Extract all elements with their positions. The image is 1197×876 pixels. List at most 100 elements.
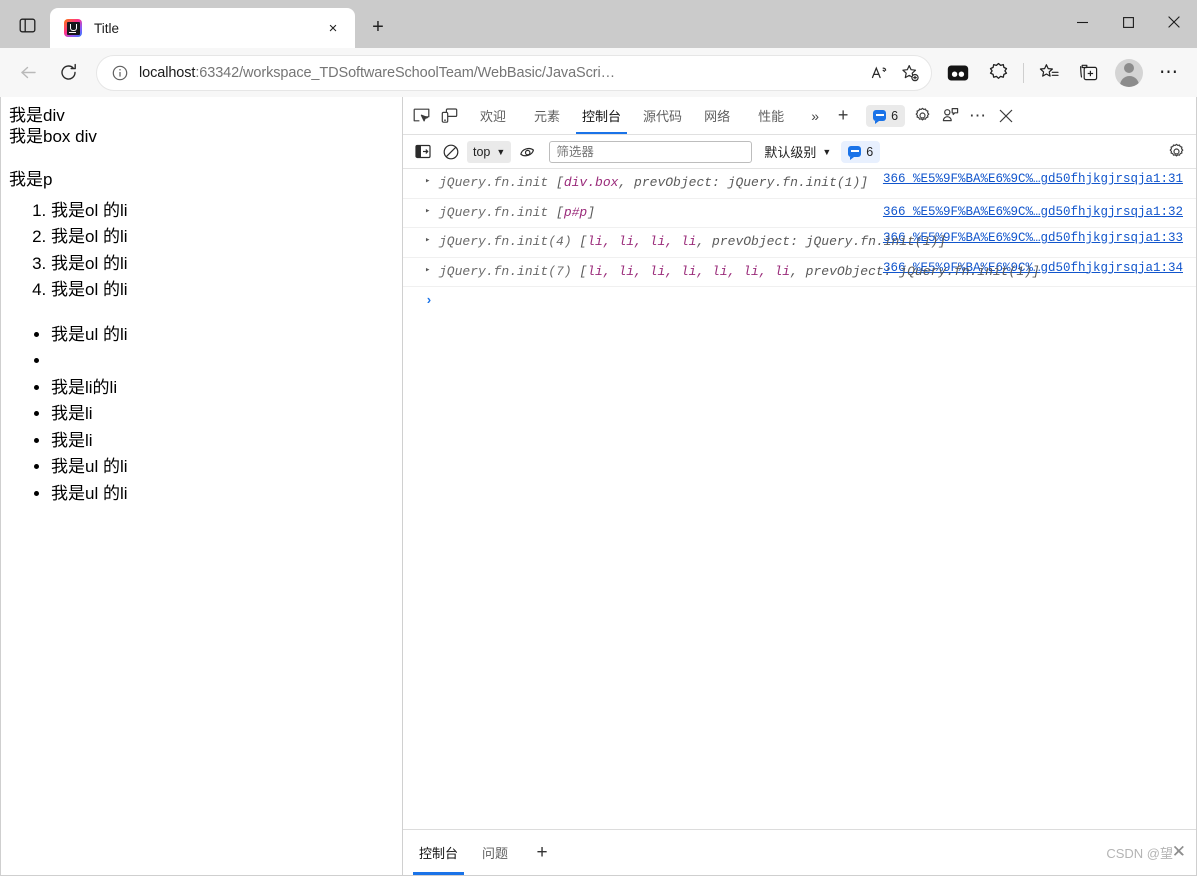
inspect-element-icon[interactable]	[407, 102, 435, 130]
devtools-tabbar: 欢迎 元素 控制台 源代码 网络 性能 » + 6 ⋯	[403, 97, 1196, 135]
console-issues-pill[interactable]: 6	[841, 140, 881, 163]
list-item: 我是ul 的li	[51, 322, 394, 349]
address-bar[interactable]: localhost:63342/workspace_TDSoftwareScho…	[96, 54, 932, 91]
log-prefix: jQuery.fn.init(4)	[439, 234, 572, 249]
url-path: :63342/workspace_TDSoftwareSchoolTeam/We…	[195, 64, 616, 81]
page-ordered-list: 我是ol 的li 我是ol 的li 我是ol 的li 我是ol 的li	[9, 198, 394, 304]
tab-elements[interactable]: 元素	[523, 98, 571, 134]
log-message: ▸ jQuery.fn.init(7) [li, li, li, li, li, …	[403, 262, 1196, 282]
console-settings-icon[interactable]	[1162, 138, 1190, 166]
split-screen-icon[interactable]	[941, 56, 975, 90]
page-unordered-list: 我是ul 的li 我是li的li 我是li 我是li 我是ul 的li 我是ul…	[9, 322, 394, 508]
address-toolbar: localhost:63342/workspace_TDSoftwareScho…	[0, 48, 1197, 97]
devtools-more-icon[interactable]: ⋯	[964, 102, 992, 130]
issues-count: 6	[891, 108, 899, 123]
browser-settings-icon[interactable]: ⋯	[1152, 56, 1186, 90]
tab-title: Title	[94, 20, 120, 36]
browser-tab[interactable]: Title ×	[50, 8, 355, 48]
list-item: 我是ol 的li	[51, 224, 394, 251]
device-toolbar-icon[interactable]	[435, 102, 463, 130]
back-arrow-icon[interactable]	[10, 55, 46, 91]
list-item: 我是ul 的li	[51, 481, 394, 508]
tab-sources[interactable]: 源代码	[632, 98, 693, 134]
watermark-close-icon: ✕	[1171, 842, 1186, 861]
console-issues-count: 6	[866, 144, 874, 159]
list-item: 我是ol 的li	[51, 251, 394, 278]
console-filterbar: top ▼ 默认级别 ▼ 6	[403, 135, 1196, 169]
reload-icon[interactable]	[50, 55, 86, 91]
devtools-feedback-icon[interactable]	[936, 102, 964, 130]
expand-arrow-icon[interactable]: ▸	[425, 205, 430, 219]
log-message: ▸ jQuery.fn.init [p#p]	[403, 203, 1196, 223]
read-aloud-icon[interactable]	[865, 58, 895, 88]
collections-icon[interactable]	[1072, 56, 1106, 90]
drawer-tab-issues[interactable]: 问题	[470, 831, 520, 875]
clear-console-icon[interactable]	[437, 138, 465, 166]
drawer-tab-console[interactable]: 控制台	[407, 831, 470, 875]
expand-arrow-icon[interactable]: ▸	[425, 175, 430, 189]
list-item: 我是li	[51, 401, 394, 428]
console-log-row[interactable]: 366_%E5%9F%BA%E6%9C%…gd50fhjkgjrsqja1:32…	[403, 199, 1196, 228]
info-icon[interactable]	[107, 60, 133, 86]
page-paragraph: 我是p	[9, 169, 53, 189]
message-bubble-icon	[848, 146, 862, 160]
log-tail: , prevObject: jQuery.fn.init(1)]	[696, 234, 947, 249]
log-bracket: [	[571, 263, 588, 279]
console-log-list[interactable]: 366_%E5%9F%BA%E6%9C%…gd50fhjkgjrsqja1:31…	[403, 169, 1196, 829]
close-window-button[interactable]	[1151, 0, 1197, 44]
minimize-button[interactable]	[1059, 0, 1105, 44]
log-prefix: jQuery.fn.init	[439, 175, 549, 190]
console-filter-input[interactable]	[549, 140, 753, 163]
profile-avatar[interactable]	[1112, 56, 1146, 90]
log-tail: ]	[587, 204, 596, 220]
log-node: li, li, li, li	[587, 234, 697, 249]
chevron-down-icon: ▼	[822, 146, 832, 157]
log-node: div.box	[563, 175, 619, 190]
tab-welcome[interactable]: 欢迎	[469, 98, 517, 134]
tab-strip: Title × +	[0, 0, 1197, 48]
log-level-select[interactable]: 默认级别 ▼	[760, 141, 835, 163]
log-level-label: 默认级别	[764, 145, 817, 160]
window-controls	[1059, 0, 1197, 44]
live-expression-icon[interactable]	[513, 138, 541, 166]
sidebar-toggle-icon[interactable]	[10, 8, 44, 42]
list-item	[51, 348, 394, 375]
log-bracket: [	[571, 234, 588, 249]
log-bracket: [	[548, 175, 564, 190]
list-item: 我是ol 的li	[51, 198, 394, 225]
log-message: ▸ jQuery.fn.init(4) [li, li, li, li, prev…	[403, 232, 1196, 252]
copilot-icon[interactable]	[981, 56, 1015, 90]
issues-badge[interactable]: 6	[866, 104, 906, 127]
execution-context-select[interactable]: top ▼	[467, 140, 512, 163]
close-icon[interactable]: ×	[321, 16, 345, 40]
list-item: 我是ol 的li	[51, 277, 394, 304]
url-text: localhost:63342/workspace_TDSoftwareScho…	[133, 65, 865, 81]
console-log-row[interactable]: 366_%E5%9F%BA%E6%9C%…gd50fhjkgjrsqja1:34…	[403, 258, 1196, 287]
tab-performance[interactable]: 性能	[747, 98, 795, 134]
drawer-add-button[interactable]: +	[528, 839, 556, 867]
console-sidebar-icon[interactable]	[409, 138, 437, 166]
tab-console[interactable]: 控制台	[571, 98, 632, 134]
console-prompt-row[interactable]: ›	[403, 287, 1196, 308]
devtools-close-icon[interactable]	[992, 102, 1020, 130]
new-tab-button[interactable]: +	[363, 12, 393, 42]
favorites-icon[interactable]	[1032, 56, 1066, 90]
toolbar-divider	[1023, 62, 1024, 83]
add-favorite-icon[interactable]	[895, 58, 925, 88]
more-tabs-chevron-icon[interactable]: »	[801, 102, 829, 130]
tab-network[interactable]: 网络	[693, 98, 741, 134]
message-bubble-icon	[873, 110, 887, 124]
maximize-button[interactable]	[1105, 0, 1151, 44]
log-prefix: jQuery.fn.init	[439, 204, 549, 220]
page-box-div-text: 我是box div	[9, 127, 97, 147]
console-log-row[interactable]: 366_%E5%9F%BA%E6%9C%…gd50fhjkgjrsqja1:33…	[403, 228, 1196, 258]
add-tab-button[interactable]: +	[829, 102, 857, 130]
expand-arrow-icon[interactable]: ▸	[425, 234, 430, 248]
devtools-drawer: 控制台 问题 + CSDN @望丶 ✕	[403, 829, 1196, 875]
jetbrains-icon	[64, 19, 82, 37]
console-log-row[interactable]: 366_%E5%9F%BA%E6%9C%…gd50fhjkgjrsqja1:31…	[403, 169, 1196, 199]
log-node: p#p	[563, 204, 588, 220]
gear-icon[interactable]	[908, 102, 936, 130]
expand-arrow-icon[interactable]: ▸	[425, 264, 430, 278]
log-tail: , prevObject: jQuery.fn.init(1)]	[790, 263, 1040, 279]
